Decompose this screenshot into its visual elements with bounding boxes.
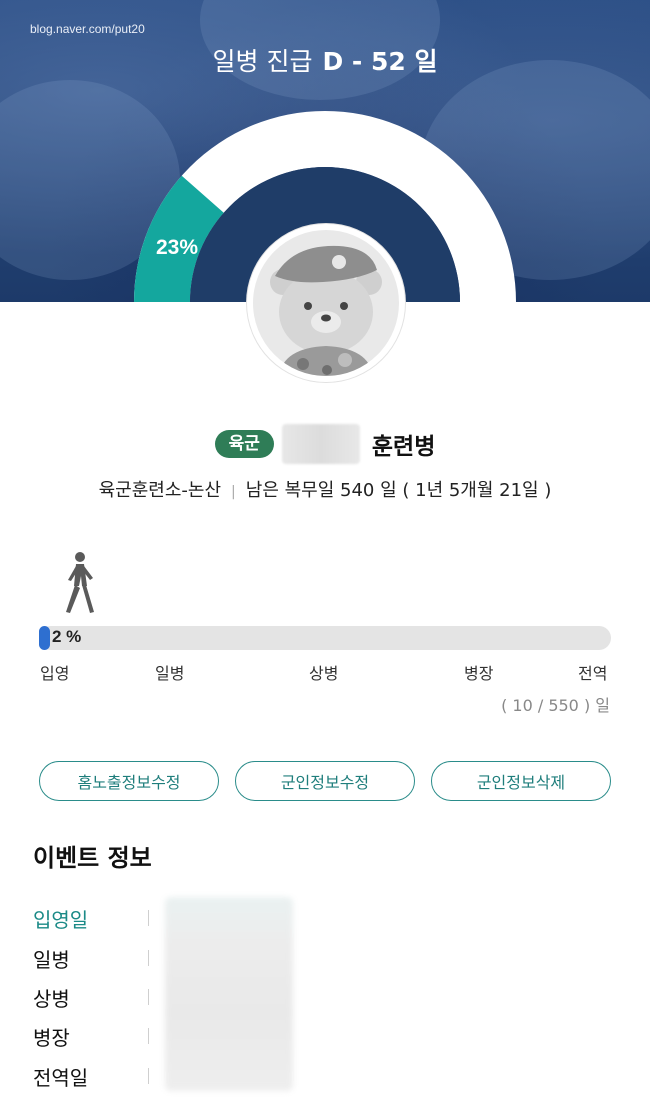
milestone-sergeant: 병장 [464,664,494,683]
served-days-count: ( 10 / 550 ) 일 [501,696,610,715]
milestone-corporal: 상병 [309,664,339,683]
milestone-enlist: 입영 [40,664,70,683]
event-label: 병장 [33,1025,70,1050]
separator: | [231,484,236,500]
walking-person-icon [66,552,94,613]
current-rank: 훈련병 [371,434,436,460]
milestone-discharge: 전역 [578,664,608,683]
event-label: 일병 [33,947,70,972]
delete-soldier-info-button[interactable]: 군인정보삭제 [431,761,611,801]
service-progress-track [39,626,611,650]
gauge-percent-label: 23% [156,236,199,259]
event-info-title: 이벤트 정보 [33,844,152,872]
blurred-dates [165,897,293,1091]
soldier-identity: 육군 훈련병 [0,422,650,466]
divider [148,1028,149,1044]
branch-badge: 육군 [214,430,274,458]
remaining-days: 남은 복무일 540 일 ( 1년 5개월 21일 ) [245,480,552,501]
unit-info: 육군훈련소-논산 | 남은 복무일 540 일 ( 1년 5개월 21일 ) [0,476,650,502]
divider [148,989,149,1005]
edit-home-display-button[interactable]: 홈노출정보수정 [39,761,219,801]
unit-name: 육군훈련소-논산 [98,480,222,501]
event-label: 입영일 [33,907,89,932]
service-progress-fill [39,626,51,650]
divider [148,1068,149,1084]
event-label: 상병 [33,986,70,1011]
rank-milestones: 입영 일병 상병 병장 전역 [0,660,650,684]
divider [148,950,149,966]
divider [148,910,149,926]
event-label: 전역일 [33,1065,89,1090]
blurred-name [281,424,360,464]
edit-soldier-info-button[interactable]: 군인정보수정 [235,761,415,801]
soldier-bear-avatar-icon [247,224,405,382]
milestone-private: 일병 [155,664,185,683]
service-progress-percent: 2 % [52,627,82,646]
